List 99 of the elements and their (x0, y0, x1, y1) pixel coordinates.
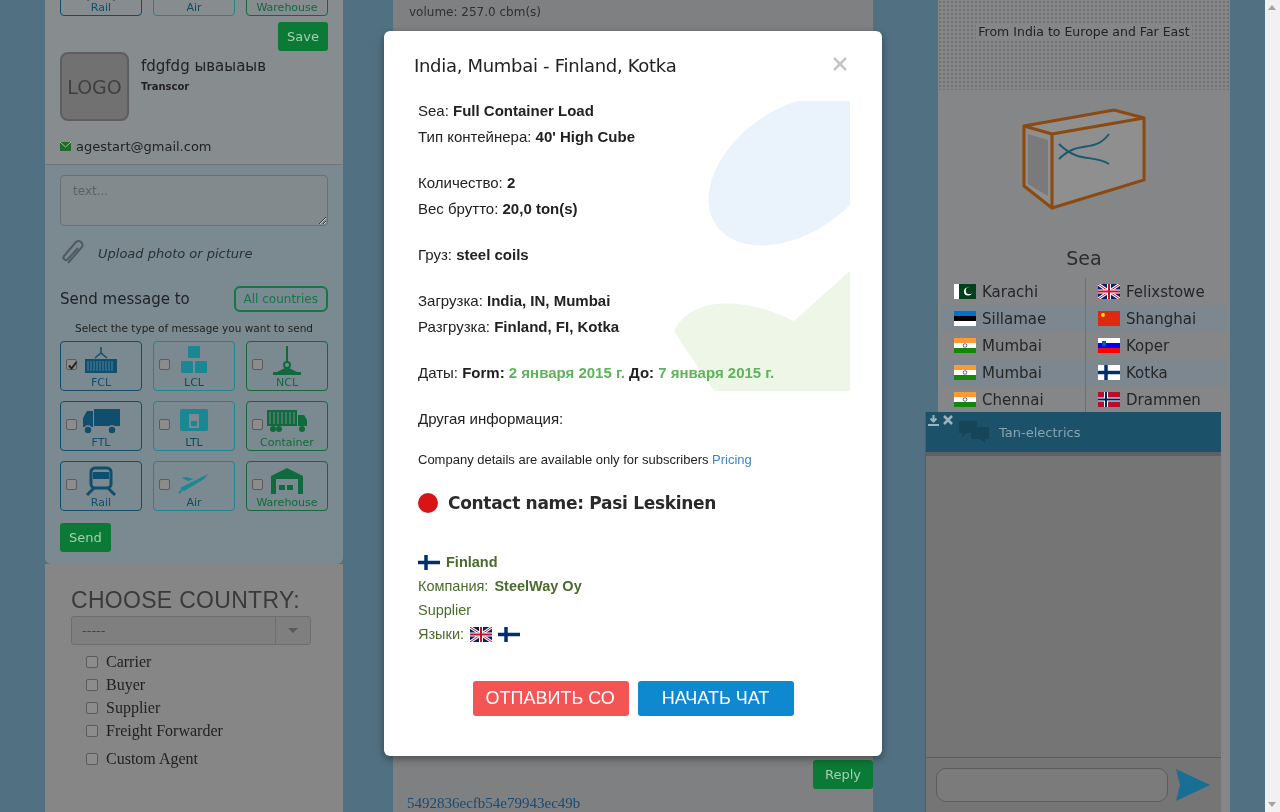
flag-icon (954, 338, 976, 353)
section-title: Sea (1065, 247, 1103, 269)
flag-icon (1098, 338, 1120, 353)
checkbox[interactable] (86, 725, 98, 737)
scroll-up-icon[interactable] (1268, 5, 1276, 10)
port-name[interactable]: Sillamae (982, 309, 1047, 328)
message-type-option[interactable]: LCL (153, 341, 235, 391)
id-link[interactable]: 5492836ecfb54e79943ec49b (407, 795, 873, 812)
message-type-option[interactable]: Rail (60, 461, 142, 511)
flag-icon (1098, 392, 1120, 407)
contact-name: Contact name: Pasi Leskinen (448, 493, 717, 513)
port-name[interactable]: Karachi (982, 282, 1039, 301)
send-message-button[interactable]: ОТПАВИТЬ СО (472, 681, 629, 716)
port-name[interactable]: Felixstowe (1126, 282, 1205, 301)
flag-icon (418, 554, 440, 570)
detail-line: Вес брутто: 20,0 ton(s) (418, 199, 579, 219)
company-line: Компания: SteelWay Oy (418, 577, 583, 596)
flag-icon (1098, 311, 1120, 326)
flag-icon (954, 392, 976, 407)
flag-icon (954, 365, 976, 380)
languages-label: Языки: (418, 625, 464, 644)
checkbox[interactable] (86, 679, 98, 691)
checkbox[interactable] (252, 479, 263, 490)
detail-line: Разгрузка: Finland, FI, Kotka (418, 317, 621, 337)
scrollbar[interactable] (1265, 0, 1280, 812)
start-chat-button[interactable]: НАЧАТЬ ЧАТ (637, 681, 794, 716)
envelope-icon (60, 142, 71, 151)
port-name[interactable]: Shanghai (1126, 309, 1197, 328)
checkbox[interactable] (159, 479, 170, 490)
checkbox-label: Carrier (106, 653, 152, 671)
message-type-option[interactable]: FTL (60, 401, 142, 451)
send-button[interactable]: Send (60, 523, 111, 552)
upload-link[interactable]: Upload photo or picture (98, 245, 253, 261)
message-type-option[interactable]: LTL (153, 401, 235, 451)
port-name[interactable]: Chennai (982, 390, 1044, 409)
flag-icon (1098, 284, 1120, 299)
message-type-option[interactable]: Warehouse (246, 0, 328, 16)
flag-icon (1098, 365, 1120, 380)
close-icon (943, 415, 953, 425)
country-select[interactable]: ----- (71, 616, 311, 645)
volume-text: volume: 257.0 cbm(s) (408, 4, 542, 21)
checkbox-label: Supplier (106, 699, 161, 717)
port-name[interactable]: Kotka (1126, 363, 1168, 382)
detail-line: Груз: steel coils (418, 245, 530, 265)
message-type-option[interactable]: FCL (60, 341, 142, 391)
detail-line: Тип контейнера: 40' High Cube (418, 127, 637, 147)
dates-line: Даты: Form: 2 января 2015 г. До: 7 января 2015 г. (418, 363, 776, 383)
flag-icon (470, 626, 492, 642)
flag-icon (498, 626, 520, 642)
email-address: agestart@gmail.com (76, 139, 212, 154)
reply-button[interactable]: Reply (813, 760, 873, 789)
message-type-option[interactable]: NCL (246, 341, 328, 391)
flag-icon (954, 284, 976, 299)
checkbox[interactable] (66, 359, 77, 370)
checkbox-label: Custom Agent (106, 750, 198, 768)
checkbox[interactable] (86, 702, 98, 714)
message-type-option[interactable]: Air (153, 0, 235, 16)
send-icon (1176, 769, 1210, 801)
chat-title: Tan-electrics (999, 424, 1081, 440)
checkbox[interactable] (159, 359, 170, 370)
modal-title: India, Mumbai - Finland, Kotka (414, 55, 677, 76)
section-heading: CHOOSE COUNTRY: (71, 587, 301, 614)
checkbox[interactable] (159, 419, 170, 430)
checkbox[interactable] (66, 419, 77, 430)
save-button[interactable]: Save (278, 22, 328, 51)
message-type-option[interactable]: Air (153, 461, 235, 511)
port-name[interactable]: Mumbai (982, 363, 1042, 382)
hint-text: Select the type of message you want to send (74, 322, 314, 334)
message-type-option[interactable]: Rail (60, 0, 142, 16)
scroll-down-icon[interactable] (1268, 802, 1276, 807)
close-icon (833, 57, 847, 71)
caret-icon (288, 628, 298, 633)
notice-text: Company details are available only for subscribers Pricing (418, 452, 753, 468)
checkbox[interactable] (252, 359, 263, 370)
port-name[interactable]: Drammen (1126, 390, 1201, 409)
section-label: Send message to (60, 290, 190, 308)
port-name[interactable]: Koper (1126, 336, 1170, 355)
banner-caption: From India to Europe and Far East (976, 23, 1192, 39)
detail-line: Количество: 2 (418, 173, 517, 193)
country-name: Finland (446, 553, 498, 572)
checkbox-label: Buyer (106, 676, 146, 694)
pricing-link[interactable]: Pricing (712, 452, 752, 467)
checkbox[interactable] (252, 419, 263, 430)
chat-input-field[interactable] (936, 768, 1168, 802)
profile-name: fdgfdg ываыаыв (141, 57, 266, 75)
message-type-option[interactable]: Container (246, 401, 328, 451)
section-label: Другая информация: (418, 409, 565, 429)
role-text: Supplier (418, 601, 472, 620)
checkbox[interactable] (66, 479, 77, 490)
detail-line: Sea: Full Container Load (418, 101, 595, 121)
checkbox[interactable] (86, 656, 98, 668)
checkbox[interactable] (86, 753, 98, 765)
checkbox-label: Freight Forwarder (106, 722, 223, 740)
company-name: Transcor (141, 81, 191, 92)
message-type-option[interactable]: Warehouse (246, 461, 328, 511)
flag-icon (954, 311, 976, 326)
download-icon (928, 415, 939, 426)
port-name[interactable]: Mumbai (982, 336, 1042, 355)
detail-line: Загрузка: India, IN, Mumbai (418, 291, 612, 311)
